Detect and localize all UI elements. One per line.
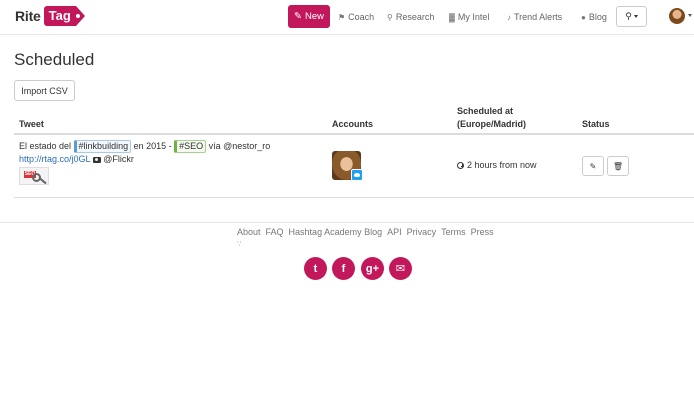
email-icon[interactable]: ✉ — [389, 257, 412, 280]
camera-icon — [92, 156, 101, 163]
hashtag-seo[interactable]: #SEO — [174, 140, 207, 153]
comment-icon: ● — [581, 12, 586, 22]
page-title: Scheduled — [14, 50, 95, 69]
footer-link-api[interactable]: API — [387, 227, 402, 237]
top-navbar: Rite Tag ✎ New ⚑ Coach ⚲ Research ▓ My I… — [0, 0, 694, 35]
column-header-scheduled-line2: (Europe/Madrid) — [457, 119, 526, 129]
scheduled-time-label: 2 hours from now — [467, 160, 537, 170]
nav-blog-label: Blog — [588, 12, 607, 22]
search-icon: ⚲ — [387, 12, 393, 22]
new-button[interactable]: ✎ New — [288, 5, 330, 28]
footer-divider — [0, 222, 694, 223]
pencil-icon: ✎ — [294, 11, 302, 22]
column-header-scheduled: Scheduled at (Europe/Madrid) — [457, 105, 526, 131]
bell-icon: ♪ — [507, 12, 511, 22]
nav-research-label: Research — [395, 12, 435, 22]
caret-down-icon — [633, 15, 638, 18]
footer-link-blog[interactable]: Hashtag Academy Blog — [289, 227, 383, 237]
nav-my-intel[interactable]: ▓ My Intel — [449, 12, 489, 22]
bar-chart-icon: ▓ — [449, 12, 455, 22]
nav-my-intel-label: My Intel — [457, 12, 490, 22]
google-plus-icon[interactable]: g+ — [361, 257, 384, 280]
nav-research[interactable]: ⚲ Research — [387, 12, 434, 22]
footer-link-privacy[interactable]: Privacy — [407, 227, 437, 237]
nav-trend-alerts[interactable]: ♪ Trend Alerts — [507, 12, 562, 22]
twitter-icon[interactable]: t — [304, 257, 327, 280]
edit-button[interactable]: ✎ — [582, 156, 604, 176]
caret-down-icon[interactable] — [688, 14, 692, 17]
facebook-icon[interactable]: f — [332, 257, 355, 280]
import-csv-button[interactable]: Import CSV — [14, 80, 75, 101]
search-icon: ⚲ — [625, 11, 632, 21]
delete-button[interactable]: 🗑 — [607, 156, 629, 176]
scheduled-time: 2 hours from now — [457, 160, 537, 170]
search-dropdown-button[interactable]: ⚲ — [616, 6, 647, 27]
hashtag-linkbuilding[interactable]: #linkbuilding — [73, 140, 132, 153]
nav-trend-alerts-label: Trend Alerts — [514, 12, 563, 22]
footer-link-about[interactable]: About — [237, 227, 261, 237]
new-button-label: New — [304, 11, 324, 22]
nav-coach-label: Coach — [348, 12, 375, 22]
magnifier-handle — [39, 177, 47, 184]
tweet-text-part: vía @nestor_ro — [206, 141, 271, 151]
twitter-icon — [351, 169, 363, 181]
nav-coach[interactable]: ⚑ Coach — [338, 12, 374, 22]
footer-link-terms[interactable]: Terms — [441, 227, 466, 237]
footer-link-faq[interactable]: FAQ — [266, 227, 284, 237]
tweet-text-part: en 2015 - — [131, 141, 175, 151]
logo-text-rite: Rite — [15, 8, 41, 24]
tweet-link[interactable]: http://rtag.co/j0GL — [19, 154, 90, 164]
table-header-divider — [14, 133, 694, 135]
user-avatar[interactable] — [669, 8, 685, 24]
ritetag-logo[interactable]: Rite Tag — [15, 6, 86, 26]
clock-icon — [457, 161, 464, 169]
trash-icon: 🗑 — [612, 161, 624, 171]
column-header-status: Status — [582, 119, 610, 129]
column-header-tweet: Tweet — [19, 119, 44, 129]
tweet-text: El estado del #linkbuilding en 2015 - #S… — [19, 140, 319, 165]
tweet-text-part: El estado del — [19, 141, 74, 151]
column-header-accounts: Accounts — [332, 119, 374, 129]
tweet-image-thumbnail[interactable]: SEO — [19, 167, 49, 185]
nav-blog[interactable]: ● Blog — [581, 12, 607, 22]
logo-text-tag: Tag — [43, 6, 86, 26]
tweet-text-part: @Flickr — [100, 154, 134, 164]
footer-link-press[interactable]: Press — [471, 227, 494, 237]
footer-links: About FAQ Hashtag Academy Blog API Priva… — [237, 227, 494, 237]
graduation-cap-icon: ⚑ — [338, 12, 346, 22]
rss-icon[interactable]: ∵ — [237, 240, 241, 248]
column-header-scheduled-line1: Scheduled at — [457, 106, 514, 116]
table-row-divider — [14, 197, 694, 198]
pencil-icon: ✎ — [589, 161, 597, 171]
